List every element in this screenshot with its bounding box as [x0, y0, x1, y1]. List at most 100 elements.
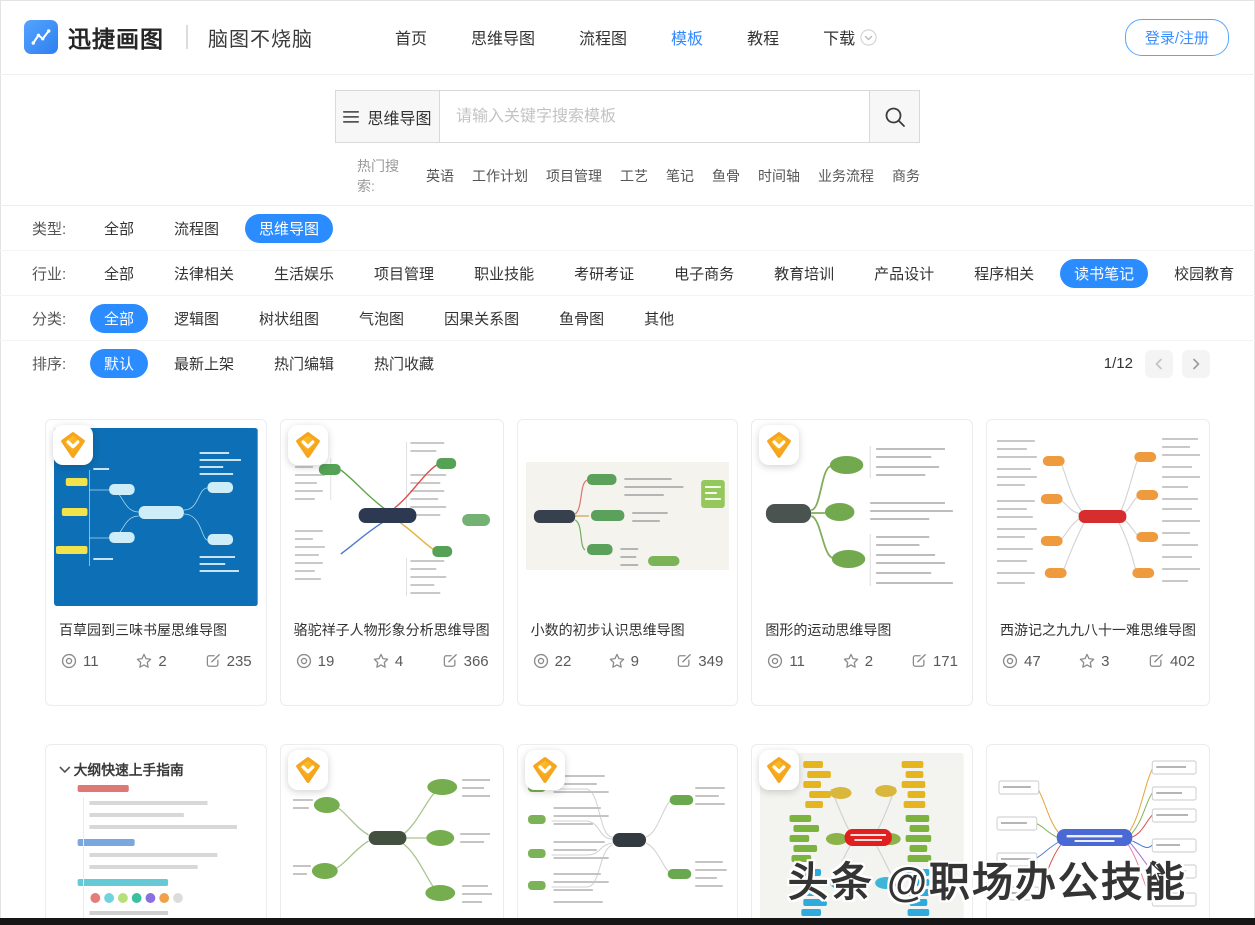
hot-search-item[interactable]: 商务	[892, 166, 920, 186]
views-icon	[532, 652, 550, 670]
filter-option[interactable]: 鱼骨图	[559, 308, 604, 329]
template-card[interactable]	[280, 744, 504, 925]
filter-section: 类型: 全部流程图思维导图 行业: 全部法律相关生活娱乐项目管理职业技能考研考证…	[0, 205, 1255, 386]
template-title[interactable]: 图形的运动思维导图	[752, 606, 972, 640]
template-card[interactable]: 西游记之九九八十一难思维导图 47 3 402	[986, 419, 1210, 706]
hot-search-item[interactable]: 英语	[426, 166, 454, 186]
edit-icon	[910, 652, 928, 670]
filter-option[interactable]: 其他	[644, 308, 674, 329]
filter-option[interactable]: 电子商务	[674, 263, 734, 284]
filter-option[interactable]: 读书笔记	[1060, 259, 1148, 288]
template-title[interactable]: 百草园到三味书屋思维导图	[46, 606, 266, 640]
filter-row: 排序: 默认最新上架热门编辑热门收藏 1/12	[0, 341, 1255, 386]
hot-search-item[interactable]: 项目管理	[546, 166, 602, 186]
template-card[interactable]: 骆驼祥子人物形象分析思维导图 19 4 366	[280, 419, 504, 706]
search-category-selector[interactable]: 思维导图	[336, 91, 440, 142]
filter-option[interactable]: 法律相关	[174, 263, 234, 284]
views-icon	[295, 652, 313, 670]
filter-option[interactable]: 因果关系图	[444, 308, 519, 329]
views-count: 11	[83, 653, 99, 670]
hot-search-item[interactable]: 笔记	[666, 166, 694, 186]
template-card[interactable]: 图形的运动思维导图 11 2 171	[751, 419, 973, 706]
filter-option[interactable]: 职业技能	[474, 263, 534, 284]
filter-option[interactable]: 全部	[104, 263, 134, 284]
template-title[interactable]: 骆驼祥子人物形象分析思维导图	[281, 606, 503, 640]
views-count: 19	[318, 653, 335, 670]
search-input[interactable]	[440, 91, 869, 142]
search-button[interactable]	[869, 91, 919, 142]
nav-item[interactable]: 首页	[395, 25, 427, 49]
edits-stat: 349	[675, 652, 723, 670]
template-thumbnail	[526, 428, 730, 606]
filter-option[interactable]: 流程图	[174, 218, 219, 239]
views-count: 22	[555, 653, 572, 670]
hot-search-item[interactable]: 业务流程	[818, 166, 874, 186]
template-thumbnail: 大纲快速上手指南	[54, 753, 258, 925]
prev-page-button[interactable]	[1145, 350, 1173, 378]
template-card[interactable]: 小数的初步认识思维导图 22 9 349	[517, 419, 739, 706]
filter-option[interactable]: 考研考证	[574, 263, 634, 284]
next-page-button[interactable]	[1182, 350, 1210, 378]
nav-item[interactable]: 下载	[823, 25, 877, 49]
filter-option[interactable]: 热门收藏	[374, 353, 434, 374]
stars-stat: 4	[372, 652, 403, 670]
template-title[interactable]: 小数的初步认识思维导图	[518, 606, 738, 640]
stars-count: 2	[865, 653, 873, 670]
logo[interactable]: 迅捷画图 脑图不烧脑	[24, 20, 313, 54]
stars-stat: 2	[842, 652, 873, 670]
filter-option[interactable]: 思维导图	[245, 214, 333, 243]
filter-option[interactable]: 默认	[90, 349, 148, 378]
chevron-left-icon	[1152, 357, 1166, 371]
views-count: 47	[1024, 653, 1041, 670]
hot-search-item[interactable]: 鱼骨	[712, 166, 740, 186]
header: 迅捷画图 脑图不烧脑 首页 思维导图 流程图 模板 教程 下载 登录/注册	[0, 0, 1255, 75]
template-card[interactable]: 大纲快速上手指南	[45, 744, 267, 925]
template-title[interactable]: 西游记之九九八十一难思维导图	[987, 606, 1209, 640]
filter-option[interactable]: 项目管理	[374, 263, 434, 284]
filter-option[interactable]: 校园教育	[1174, 263, 1234, 284]
filter-option[interactable]: 气泡图	[359, 308, 404, 329]
login-register-button[interactable]: 登录/注册	[1125, 19, 1229, 56]
nav-item[interactable]: 思维导图	[471, 25, 535, 49]
stars-count: 3	[1101, 653, 1109, 670]
vip-badge	[288, 425, 328, 465]
template-card[interactable]	[517, 744, 739, 925]
views-stat: 47	[1001, 652, 1041, 670]
filter-option[interactable]: 全部	[104, 218, 134, 239]
hot-search-item[interactable]: 时间轴	[758, 166, 800, 186]
views-stat: 22	[532, 652, 572, 670]
filter-option[interactable]: 程序相关	[974, 263, 1034, 284]
nav-item[interactable]: 教程	[747, 25, 779, 49]
nav-item[interactable]: 流程图	[579, 25, 627, 49]
views-stat: 11	[60, 652, 99, 670]
filter-option[interactable]: 产品设计	[874, 263, 934, 284]
hot-search-item[interactable]: 工作计划	[472, 166, 528, 186]
nav-item[interactable]: 模板	[671, 25, 703, 49]
vip-badge	[759, 750, 799, 790]
stars-count: 4	[395, 653, 403, 670]
vip-gem-icon	[531, 756, 559, 784]
filter-row: 分类: 全部逻辑图树状组图气泡图因果关系图鱼骨图其他	[0, 296, 1255, 341]
filter-option[interactable]: 教育培训	[774, 263, 834, 284]
filter-option[interactable]: 生活娱乐	[274, 263, 334, 284]
filter-option[interactable]: 全部	[90, 304, 148, 333]
template-stats: 22 9 349	[518, 640, 738, 670]
filter-option[interactable]: 树状组图	[259, 308, 319, 329]
hot-search-item[interactable]: 工艺	[620, 166, 648, 186]
vip-badge	[759, 425, 799, 465]
stars-count: 2	[158, 653, 166, 670]
filter-option[interactable]: 逻辑图	[174, 308, 219, 329]
hot-search-label: 热门搜索:	[357, 156, 400, 196]
filter-option[interactable]: 热门编辑	[274, 353, 334, 374]
views-stat: 11	[766, 652, 805, 670]
main-nav: 首页 思维导图 流程图 模板 教程 下载	[395, 25, 877, 49]
edit-icon	[675, 652, 693, 670]
logo-chart-icon	[24, 20, 58, 54]
filter-option[interactable]: 最新上架	[174, 353, 234, 374]
edits-count: 171	[933, 653, 958, 670]
vip-badge	[525, 750, 565, 790]
template-card[interactable]: 百草园到三味书屋思维导图 11 2 235	[45, 419, 267, 706]
filter-row-label: 类型:	[32, 218, 104, 239]
hot-search-row: 热门搜索: 英语工作计划项目管理工艺笔记鱼骨时间轴业务流程商务	[357, 156, 920, 196]
edits-count: 402	[1170, 653, 1195, 670]
